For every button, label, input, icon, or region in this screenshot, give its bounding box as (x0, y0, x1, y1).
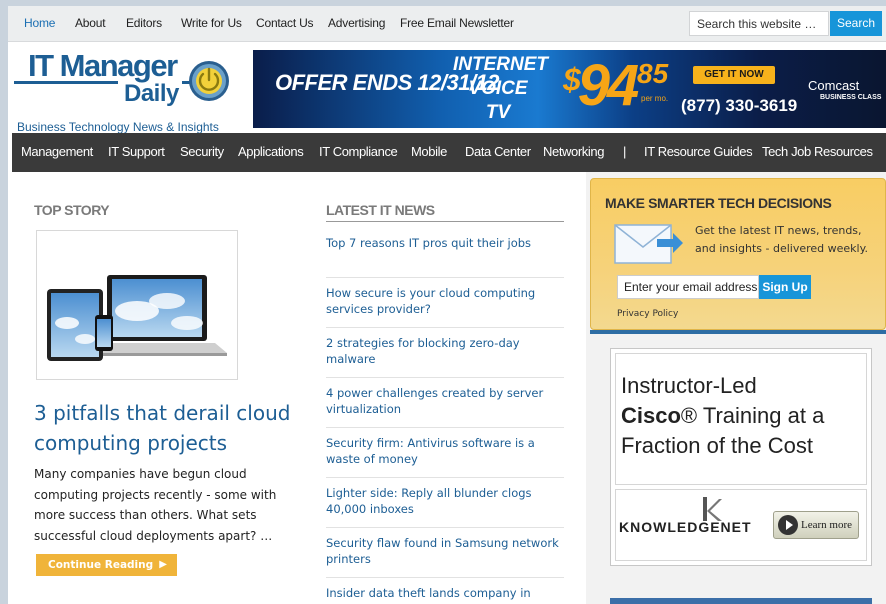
nav-newsletter[interactable]: Free Email Newsletter (400, 16, 514, 30)
top-navigation: Home About Editors Write for Us Contact … (8, 6, 886, 42)
nav-about[interactable]: About (75, 16, 106, 30)
banner-price-whole: 94 (577, 53, 639, 118)
ad-line3: Fraction of the Cost (621, 433, 813, 458)
top-story-image[interactable] (36, 230, 238, 380)
cat-data-center[interactable]: Data Center (465, 144, 531, 159)
banner-phone: (877) 330-3619 (681, 96, 798, 115)
cat-management[interactable]: Management (21, 144, 93, 159)
category-navigation: Management IT Support Security Applicati… (12, 133, 886, 172)
latest-news-heading: LATEST IT NEWS (326, 202, 435, 218)
ad-line2: Cisco® Training at a (621, 401, 857, 431)
cat-security[interactable]: Security (180, 144, 224, 159)
news-item[interactable]: How secure is your cloud computing servi… (326, 278, 564, 328)
cat-separator: | (623, 144, 626, 159)
cat-networking[interactable]: Networking (543, 144, 604, 159)
nav-advertising[interactable]: Advertising (328, 16, 385, 30)
privacy-policy-link[interactable]: Privacy Policy (617, 309, 678, 319)
banner-brand: Comcast (808, 78, 860, 93)
logo-text-line1: IT Manager (28, 48, 178, 83)
training-ad-text: Instructor-Led Cisco® Training at a Frac… (621, 371, 857, 461)
banner-product-line3: TV (485, 102, 511, 123)
signup-heading: MAKE SMARTER TECH DECISIONS (605, 195, 832, 211)
next-widget-edge (610, 598, 872, 604)
news-item[interactable]: Lighter side: Reply all blunder clogs 40… (326, 478, 564, 528)
search-input[interactable]: Search this website … (689, 11, 829, 36)
cat-tech-job-resources[interactable]: Tech Job Resources (762, 144, 873, 159)
news-item[interactable]: Top 7 reasons IT pros quit their jobs (326, 228, 564, 278)
training-ad[interactable]: Instructor-Led Cisco® Training at a Frac… (610, 348, 872, 566)
banner-product-line1: INTERNET (453, 54, 548, 75)
email-field[interactable]: Enter your email address. (617, 275, 759, 299)
nav-editors[interactable]: Editors (126, 16, 162, 30)
banner-price-cents: 85 (637, 58, 669, 89)
play-arrow-icon: ▶ (159, 559, 167, 570)
learn-more-label: Learn more (801, 519, 852, 531)
logo-text-line2: Daily (124, 80, 179, 107)
nav-contact-us[interactable]: Contact Us (256, 16, 314, 30)
banner-cta-button[interactable]: GET IT NOW (693, 66, 775, 84)
power-icon (189, 61, 229, 101)
banner-price: $94 (563, 53, 639, 118)
site-tagline: Business Technology News & Insights (17, 120, 219, 134)
laptop-devices-illustration (47, 275, 227, 361)
ad-line2-rest: Training at a (697, 403, 825, 428)
logo-rule (14, 81, 118, 84)
cat-mobile[interactable]: Mobile (411, 144, 447, 159)
news-item[interactable]: Security flaw found in Samsung network p… (326, 528, 564, 578)
cat-it-compliance[interactable]: IT Compliance (319, 144, 398, 159)
signup-button[interactable]: Sign Up (759, 275, 811, 299)
continue-reading-button[interactable]: Continue Reading ▶ (36, 554, 177, 576)
nav-home[interactable]: Home (24, 16, 55, 30)
ad-brand: Cisco (621, 403, 681, 428)
top-story-headline[interactable]: 3 pitfalls that derail cloud computing p… (34, 398, 314, 458)
news-item[interactable]: 4 power challenges created by server vir… (326, 378, 564, 428)
latest-news-rule (326, 221, 564, 222)
cat-it-resource-guides[interactable]: IT Resource Guides (644, 144, 753, 159)
page-frame: Home About Editors Write for Us Contact … (8, 6, 886, 604)
signup-bottom-rule (590, 330, 886, 334)
latest-news-list: Top 7 reasons IT pros quit their jobs Ho… (326, 228, 564, 604)
site-logo[interactable]: IT Manager Daily Business Technology New… (14, 44, 244, 136)
banner-brand-sub: BUSINESS CLASS (820, 94, 882, 101)
ad-line1: Instructor-Led (621, 373, 757, 398)
news-item[interactable]: Security firm: Antivirus software is a w… (326, 428, 564, 478)
banner-product: INTERNET VOICE TV (453, 53, 548, 125)
top-story-heading: TOP STORY (34, 202, 110, 218)
banner-product-line2: VOICE (468, 78, 528, 99)
learn-more-button[interactable]: Learn more (773, 511, 859, 539)
nav-write-for-us[interactable]: Write for Us (181, 16, 242, 30)
continue-reading-label: Continue Reading (48, 559, 154, 571)
search-button[interactable]: Search (830, 11, 882, 36)
newsletter-signup: MAKE SMARTER TECH DECISIONS Get the late… (590, 178, 886, 330)
banner-per-month: per mo. (641, 94, 669, 103)
envelope-icon (614, 224, 683, 264)
news-item[interactable]: Insider data theft lands company in cour… (326, 578, 564, 604)
news-item[interactable]: 2 strategies for blocking zero-day malwa… (326, 328, 564, 378)
signup-description: Get the latest IT news, trends, and insi… (695, 224, 869, 255)
cat-it-support[interactable]: IT Support (108, 144, 165, 159)
ad-reg-mark: ® (680, 403, 698, 428)
play-circle-icon (778, 515, 798, 535)
cat-applications[interactable]: Applications (238, 144, 304, 159)
page-left-border (0, 0, 4, 598)
banner-price-dollar: $ (563, 62, 581, 98)
banner-ad[interactable]: OFFER ENDS 12/31/12 INTERNET VOICE TV $9… (253, 50, 886, 128)
main-content: TOP STORY 3 pitfalls that derail cloud c… (12, 172, 886, 604)
top-story-summary: Many companies have begun cloud computin… (34, 467, 277, 543)
ad-company-name: KNOWLEDGENET (619, 519, 752, 535)
